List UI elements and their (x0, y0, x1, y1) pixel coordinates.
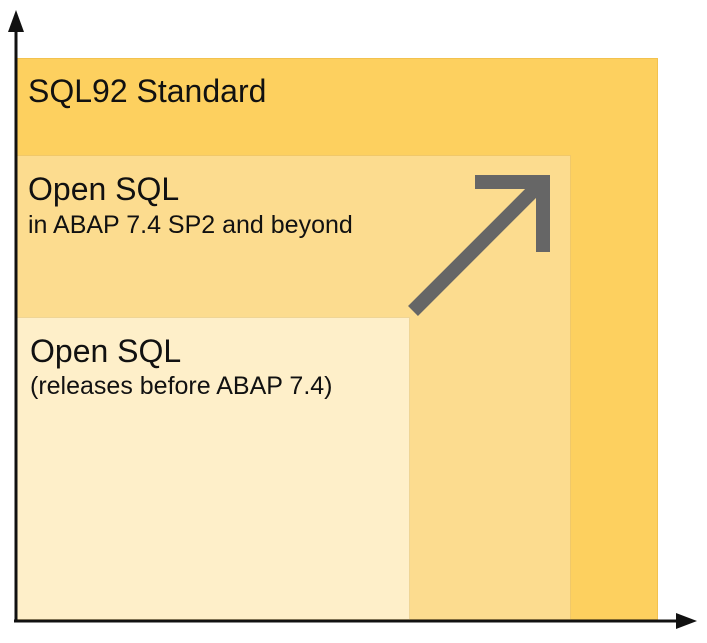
y-axis (8, 10, 24, 620)
diagram-overlay (8, 10, 697, 629)
y-axis-arrowhead-icon (8, 10, 24, 32)
growth-arrow-icon (408, 175, 550, 316)
x-axis-arrowhead-icon (676, 613, 697, 629)
x-axis (14, 613, 697, 629)
